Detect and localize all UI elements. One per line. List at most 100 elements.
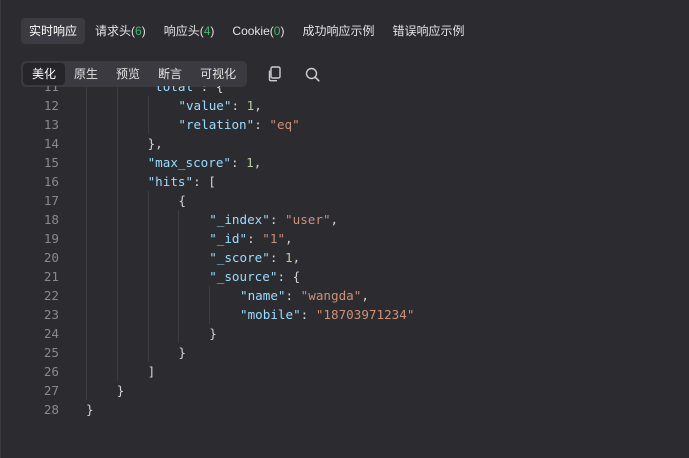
tab-2[interactable]: 响应头(4) (156, 18, 223, 44)
code-text: { (178, 191, 186, 210)
json-punct: , (361, 288, 369, 303)
json-punct: , (254, 98, 262, 113)
tab-1[interactable]: 请求头(6) (87, 18, 154, 44)
tab-4[interactable]: 成功响应示例 (294, 18, 382, 44)
code-text: "_source": { (209, 267, 300, 286)
tab-count-badge: 6 (135, 24, 142, 38)
code-line: 22 "name": "wangda", (1, 286, 689, 305)
code-text: ] (148, 362, 156, 381)
code-line: 25} (1, 343, 689, 362)
tab-3[interactable]: Cookie(0) (224, 18, 292, 44)
json-punct: , (330, 212, 339, 227)
json-punct: : (254, 117, 270, 132)
code-text: } (117, 381, 125, 400)
json-punct: : (269, 250, 286, 265)
line-number: 11 (43, 86, 59, 94)
code-line: 18 "_index": "user", (1, 210, 689, 229)
code-line: 12 "value": 1, (1, 96, 689, 115)
line-number: 17 (43, 193, 59, 208)
tab-label: 实时响应 (29, 24, 78, 38)
code-line: 27} (1, 381, 689, 400)
view-mode-2[interactable]: 预览 (107, 63, 149, 85)
line-number: 23 (43, 307, 59, 322)
tab-label: 错误响应示例 (392, 24, 465, 38)
json-key: "value" (178, 98, 232, 113)
json-string: "wangda" (300, 288, 362, 303)
line-number: 28 (43, 402, 59, 417)
line-number: 14 (43, 136, 59, 151)
view-mode-1[interactable]: 原生 (65, 63, 107, 85)
tab-0[interactable]: 实时响应 (21, 18, 86, 44)
line-number: 24 (43, 326, 59, 341)
code-text: "_index": "user", (209, 210, 338, 229)
search-icon[interactable] (303, 65, 321, 83)
code-text: }, (148, 134, 163, 153)
json-key: "_id" (209, 231, 248, 246)
code-text: } (209, 324, 217, 343)
code-text: } (178, 343, 186, 362)
json-key: "_score" (209, 250, 270, 265)
line-number: 13 (43, 117, 59, 132)
json-key: "mobile" (240, 307, 301, 322)
json-punct: , (285, 231, 293, 246)
json-string: "18703971234" (315, 307, 415, 322)
json-punct: : (231, 155, 247, 170)
code-text: "relation": "eq" (178, 115, 299, 134)
json-punct: : (285, 288, 301, 303)
code-text: "_id": "1", (209, 229, 292, 248)
json-punct: } (178, 345, 186, 360)
json-string: "user" (285, 212, 331, 227)
line-number: 20 (43, 250, 59, 265)
code-text: "value": 1, (178, 96, 261, 115)
line-number: 15 (43, 155, 59, 170)
response-tabs: 实时响应 请求头(6) 响应头(4) Cookie(0) 成功响应示例 错误响应示例 (21, 18, 473, 44)
json-key: "total" (147, 86, 201, 94)
json-string: "eq" (269, 117, 300, 132)
line-number: 19 (43, 231, 59, 246)
code-line: 21 "_source": { (1, 267, 689, 286)
json-punct: } (86, 402, 94, 417)
code-text: "name": "wangda", (240, 286, 369, 305)
view-mode-0[interactable]: 美化 (23, 63, 66, 85)
json-punct: : { (277, 269, 301, 284)
code-line: 28} (1, 400, 689, 419)
json-punct: } (209, 326, 217, 341)
tab-label: 请求头 (95, 24, 132, 38)
json-punct: : [ (193, 174, 216, 189)
json-key: "name" (240, 288, 286, 303)
response-code-view[interactable]: 11 "total": {12 "value": 1, 13 "relation": "… (1, 86, 689, 458)
json-punct: , (292, 250, 301, 265)
json-punct: : (247, 231, 263, 246)
view-toolbar: 美化 原生 预览 断言 可视化 (21, 61, 321, 87)
line-number: 25 (43, 345, 59, 360)
view-mode-3[interactable]: 断言 (149, 63, 191, 85)
json-number: 1 (246, 155, 254, 170)
tab-label: 响应头 (163, 24, 200, 38)
code-line: 13 "relation": "eq" (1, 115, 689, 134)
code-line: 23 "mobile": "18703971234" (1, 305, 689, 324)
code-line: 19 "_id": "1", (1, 229, 689, 248)
json-punct: { (178, 193, 186, 208)
code-line: 26] (1, 362, 689, 381)
copy-icon[interactable] (265, 65, 283, 83)
json-punct: , (253, 155, 262, 170)
view-mode-4[interactable]: 可视化 (191, 63, 245, 85)
json-punct: : (300, 307, 316, 322)
code-text: "hits": [ (148, 172, 216, 191)
code-text: "mobile": "18703971234" (240, 305, 414, 324)
json-key: "hits" (147, 174, 194, 189)
line-number: 16 (43, 174, 59, 189)
json-punct: : { (200, 86, 224, 94)
json-punct: : (231, 98, 247, 113)
tab-label: 成功响应示例 (302, 24, 375, 38)
line-number: 18 (43, 212, 59, 227)
tab-5[interactable]: 错误响应示例 (384, 18, 472, 44)
line-number: 21 (43, 269, 59, 284)
code-text: } (86, 400, 94, 419)
line-number: 12 (43, 98, 59, 113)
json-number: 1 (285, 250, 293, 265)
code-line: 15 "max_score": 1, (1, 153, 689, 172)
code-line: 14}, (1, 134, 689, 153)
json-key: "relation" (178, 117, 255, 132)
code-text: "max_score": 1, (148, 153, 262, 172)
